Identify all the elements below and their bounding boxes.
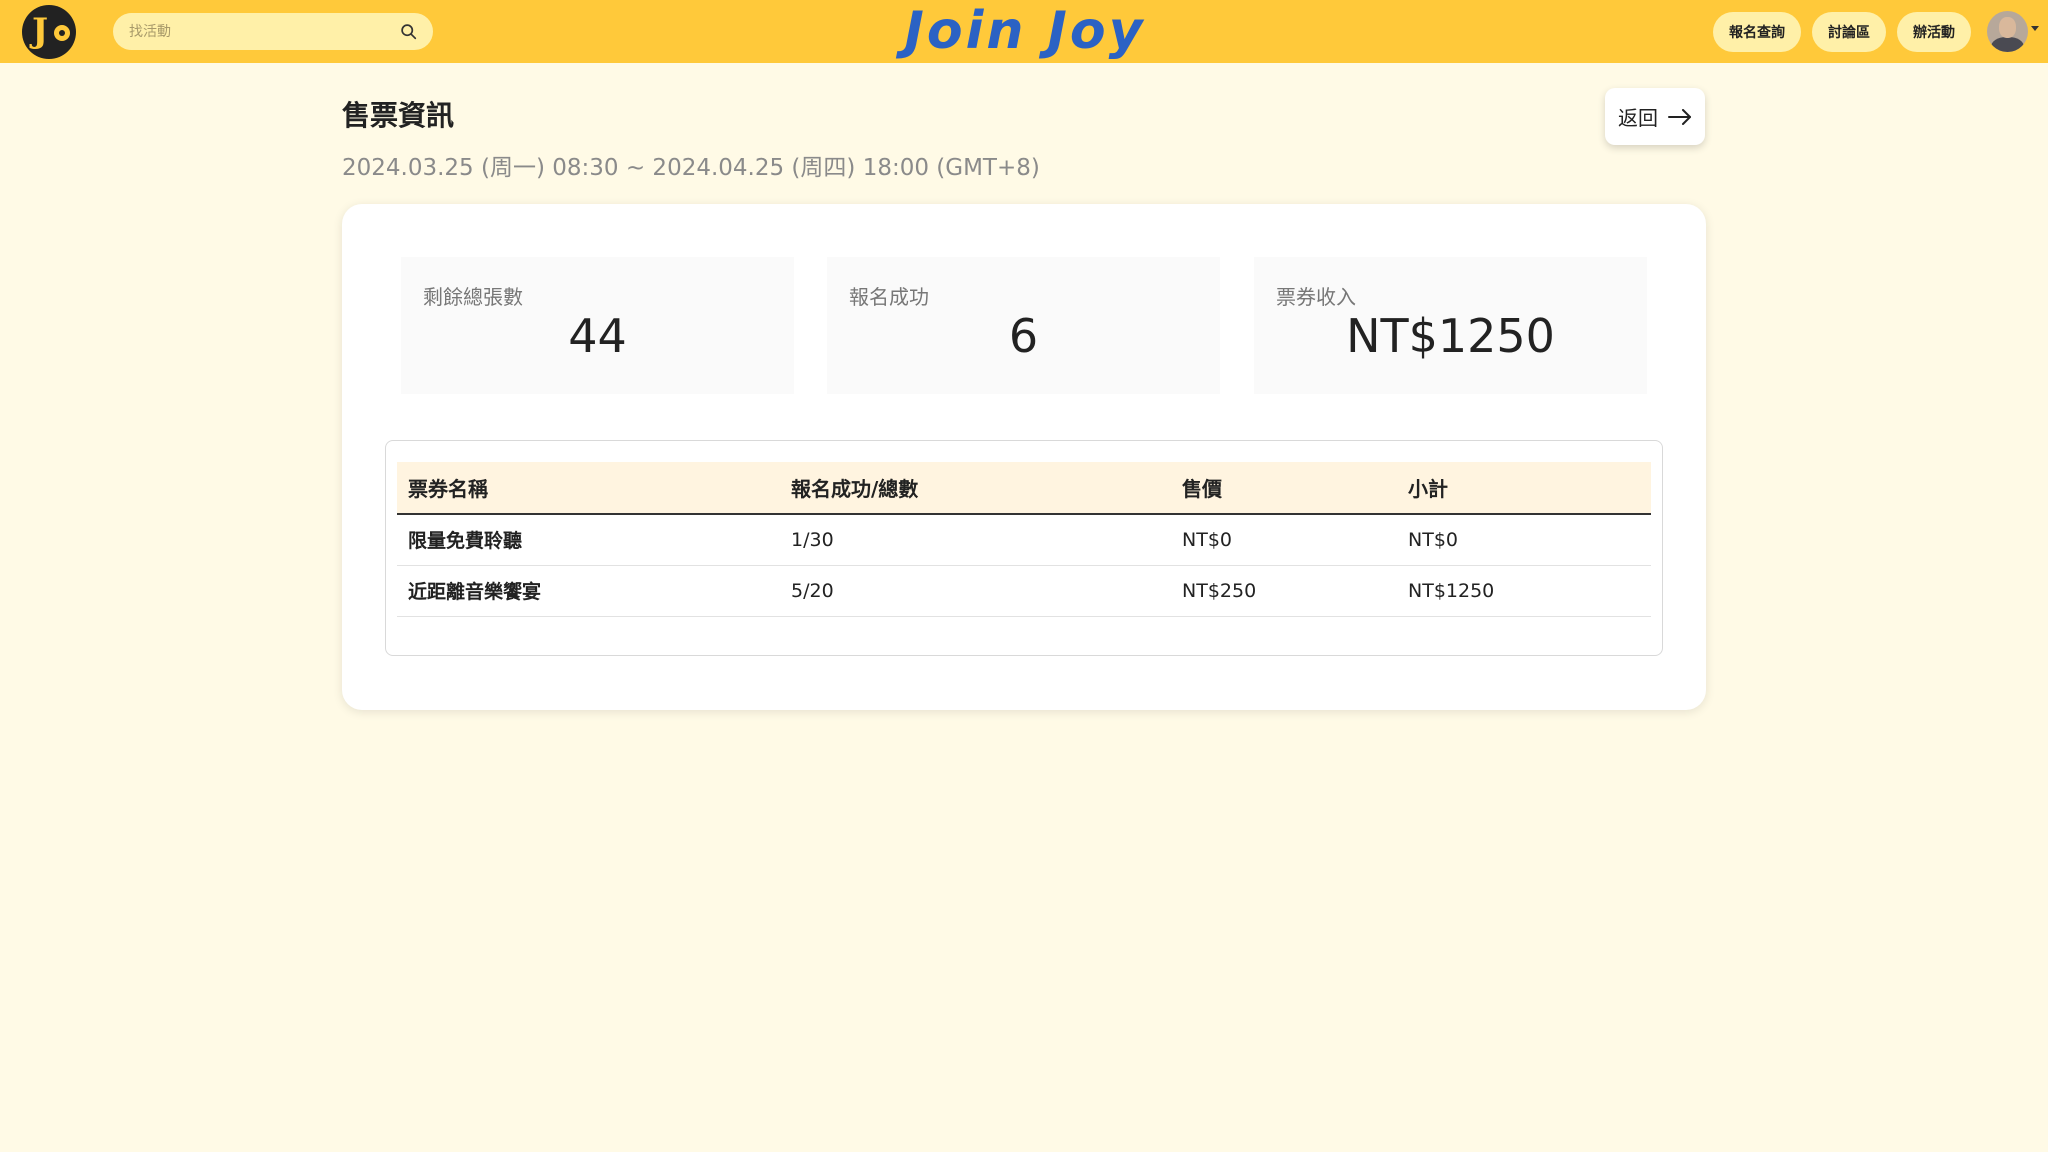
brand-logo-text[interactable]: Join Joy — [900, 0, 1150, 63]
subtotal-cell: NT$1250 — [1397, 565, 1651, 617]
column-header-price: 售價 — [1171, 462, 1397, 515]
nav-registration-lookup-button[interactable]: 報名查詢 — [1713, 12, 1801, 52]
search-box — [113, 13, 433, 50]
search-input[interactable] — [129, 13, 379, 50]
price-cell: NT$0 — [1171, 514, 1397, 566]
ticket-table: 票券名稱 報名成功/總數 售價 小計 限量免費聆聽 1/30 NT$0 NT$0… — [397, 462, 1651, 617]
stat-ticket-revenue: 票券收入 NT$1250 — [1254, 257, 1647, 394]
column-header-registered-total: 報名成功/總數 — [780, 462, 1171, 515]
table-row: 近距離音樂饗宴 5/20 NT$250 NT$1250 — [397, 565, 1651, 617]
event-date-range: 2024.03.25 (周一) 08:30 ~ 2024.04.25 (周四) … — [342, 155, 1040, 181]
back-button[interactable]: 返回 — [1605, 88, 1705, 145]
table-header-row: 票券名稱 報名成功/總數 售價 小計 — [397, 462, 1651, 515]
column-header-subtotal: 小計 — [1397, 462, 1651, 515]
stat-value: 44 — [568, 309, 627, 363]
top-nav-bar: J Join Joy 報名查詢 討論區 辦活動 — [0, 0, 2048, 63]
arrow-right-icon — [1668, 108, 1691, 125]
stat-remaining-tickets: 剩餘總張數 44 — [401, 257, 794, 394]
stat-value: NT$1250 — [1346, 309, 1555, 363]
registered-total-cell: 1/30 — [780, 514, 1171, 566]
stat-label: 剩餘總張數 — [423, 285, 523, 309]
page-title: 售票資訊 — [342, 99, 455, 132]
logo-icon[interactable]: J — [22, 5, 76, 59]
registered-total-cell: 5/20 — [780, 565, 1171, 617]
ticket-name-cell: 限量免費聆聽 — [397, 514, 780, 566]
search-icon[interactable] — [400, 23, 417, 40]
chevron-down-icon[interactable] — [2031, 26, 2039, 31]
back-button-label: 返回 — [1618, 106, 1658, 130]
nav-host-event-button[interactable]: 辦活動 — [1897, 12, 1971, 52]
stat-label: 報名成功 — [849, 285, 929, 309]
price-cell: NT$250 — [1171, 565, 1397, 617]
table-row: 限量免費聆聽 1/30 NT$0 NT$0 — [397, 514, 1651, 566]
stat-label: 票券收入 — [1276, 285, 1356, 309]
ticket-sales-card: 剩餘總張數 44 報名成功 6 票券收入 NT$1250 票券名稱 報名成功/總… — [342, 204, 1706, 710]
ticket-table-container: 票券名稱 報名成功/總數 售價 小計 限量免費聆聽 1/30 NT$0 NT$0… — [385, 440, 1663, 656]
avatar[interactable] — [1987, 11, 2028, 52]
stat-value: 6 — [1008, 309, 1039, 363]
stat-registered: 報名成功 6 — [827, 257, 1220, 394]
subtotal-cell: NT$0 — [1397, 514, 1651, 566]
column-header-ticket-name: 票券名稱 — [397, 462, 780, 515]
ticket-name-cell: 近距離音樂饗宴 — [397, 565, 780, 617]
nav-forum-button[interactable]: 討論區 — [1812, 12, 1886, 52]
